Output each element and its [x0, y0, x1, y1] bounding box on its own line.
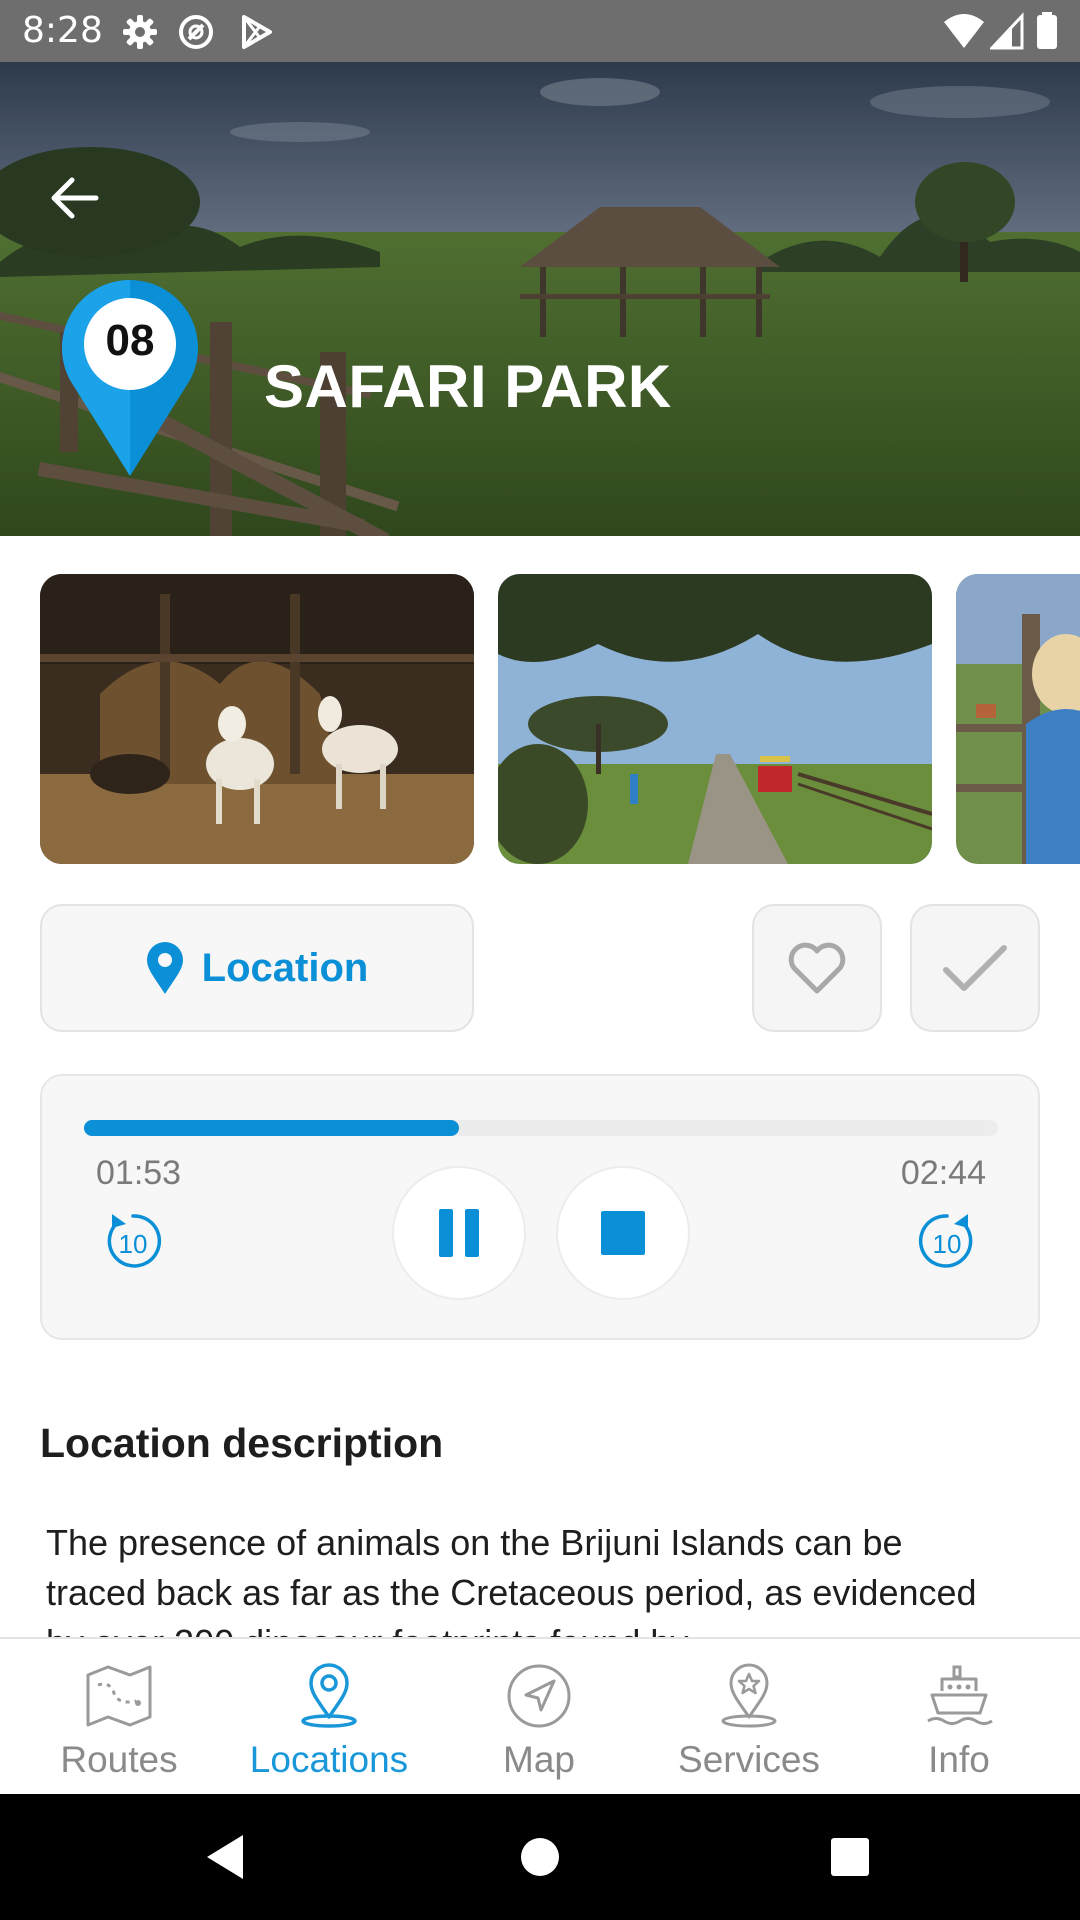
stop-button[interactable] [556, 1166, 690, 1300]
check-icon [943, 945, 1007, 991]
forward-10-button[interactable]: 10 [912, 1206, 982, 1276]
nav-label-routes: Routes [60, 1739, 178, 1780]
ship-icon [927, 1665, 993, 1725]
bottom-navigation: Routes Locations Map Services Info [0, 1637, 1080, 1794]
settings-icon [123, 15, 157, 49]
total-duration: 02:44 [900, 1154, 986, 1192]
photo-gallery[interactable] [0, 574, 1080, 864]
play-store-icon [242, 15, 272, 49]
gallery-image-goats[interactable] [40, 574, 474, 864]
location-button-label: Location [201, 945, 369, 990]
status-time: 8:28 [22, 10, 103, 51]
pause-icon [439, 1209, 479, 1257]
location-button[interactable]: Location [40, 904, 474, 1032]
hero-banner: 08 SAFARI PARK [0, 62, 1080, 536]
description-body: The presence of animals on the Brijuni I… [46, 1522, 977, 1638]
system-recents-button[interactable] [817, 1824, 883, 1890]
forward-10-icon: 10 [918, 1214, 973, 1268]
description-heading: Location description [40, 1420, 444, 1466]
heart-icon [788, 942, 846, 994]
forward-seconds: 10 [933, 1229, 962, 1259]
rewind-seconds: 10 [119, 1229, 148, 1259]
road-with-golf-cart-photo [498, 574, 932, 864]
nav-services[interactable]: Services [644, 1639, 854, 1796]
circle-home-icon [521, 1838, 559, 1876]
nav-label-locations: Locations [249, 1739, 409, 1780]
pause-button[interactable] [392, 1166, 526, 1300]
signal-icon [990, 12, 1024, 50]
nav-label-info: Info [928, 1739, 990, 1780]
audio-player: 01:53 02:44 10 10 [40, 1074, 1040, 1340]
nav-routes[interactable]: Routes [14, 1639, 224, 1796]
mark-visited-button[interactable] [910, 904, 1040, 1032]
map-pin-marker-icon [61, 280, 198, 476]
wifi-icon [944, 14, 984, 48]
gallery-image-girl[interactable] [956, 574, 1080, 864]
location-pin-icon [301, 1663, 357, 1728]
back-button[interactable] [38, 162, 110, 234]
nav-map[interactable]: Map [434, 1639, 644, 1796]
location-number: 08 [105, 316, 155, 365]
map-route-icon [86, 1665, 152, 1727]
star-pin-icon [721, 1663, 777, 1728]
rewind-10-icon: 10 [107, 1214, 162, 1268]
page-title: SAFARI PARK [264, 353, 672, 420]
nav-label-services: Services [678, 1739, 820, 1780]
arrow-left-icon [51, 177, 99, 219]
nav-info[interactable]: Info [854, 1639, 1064, 1796]
stop-icon [601, 1211, 645, 1255]
at-sign-icon [179, 15, 213, 49]
system-navigation-bar [0, 1794, 1080, 1920]
nav-label-map: Map [503, 1739, 575, 1780]
status-bar: 8:28 [0, 0, 1080, 62]
girl-at-fence-photo [956, 574, 1080, 864]
gallery-image-road[interactable] [498, 574, 932, 864]
square-recents-icon [831, 1838, 869, 1876]
elapsed-time: 01:53 [96, 1154, 182, 1192]
audio-progress-bar[interactable] [84, 1120, 998, 1136]
audio-progress-fill [84, 1120, 459, 1136]
system-back-button[interactable] [192, 1824, 258, 1890]
navigation-arrow-icon [507, 1664, 571, 1728]
map-pin-icon [146, 942, 183, 994]
goats-under-shelter-photo [40, 574, 474, 864]
battery-icon [1037, 12, 1057, 49]
location-number-pin: 08 [61, 280, 198, 480]
rewind-10-button[interactable]: 10 [98, 1206, 168, 1276]
system-home-button[interactable] [507, 1824, 573, 1890]
favorite-button[interactable] [752, 904, 882, 1032]
nav-locations[interactable]: Locations [224, 1639, 434, 1796]
triangle-back-icon [207, 1835, 243, 1879]
